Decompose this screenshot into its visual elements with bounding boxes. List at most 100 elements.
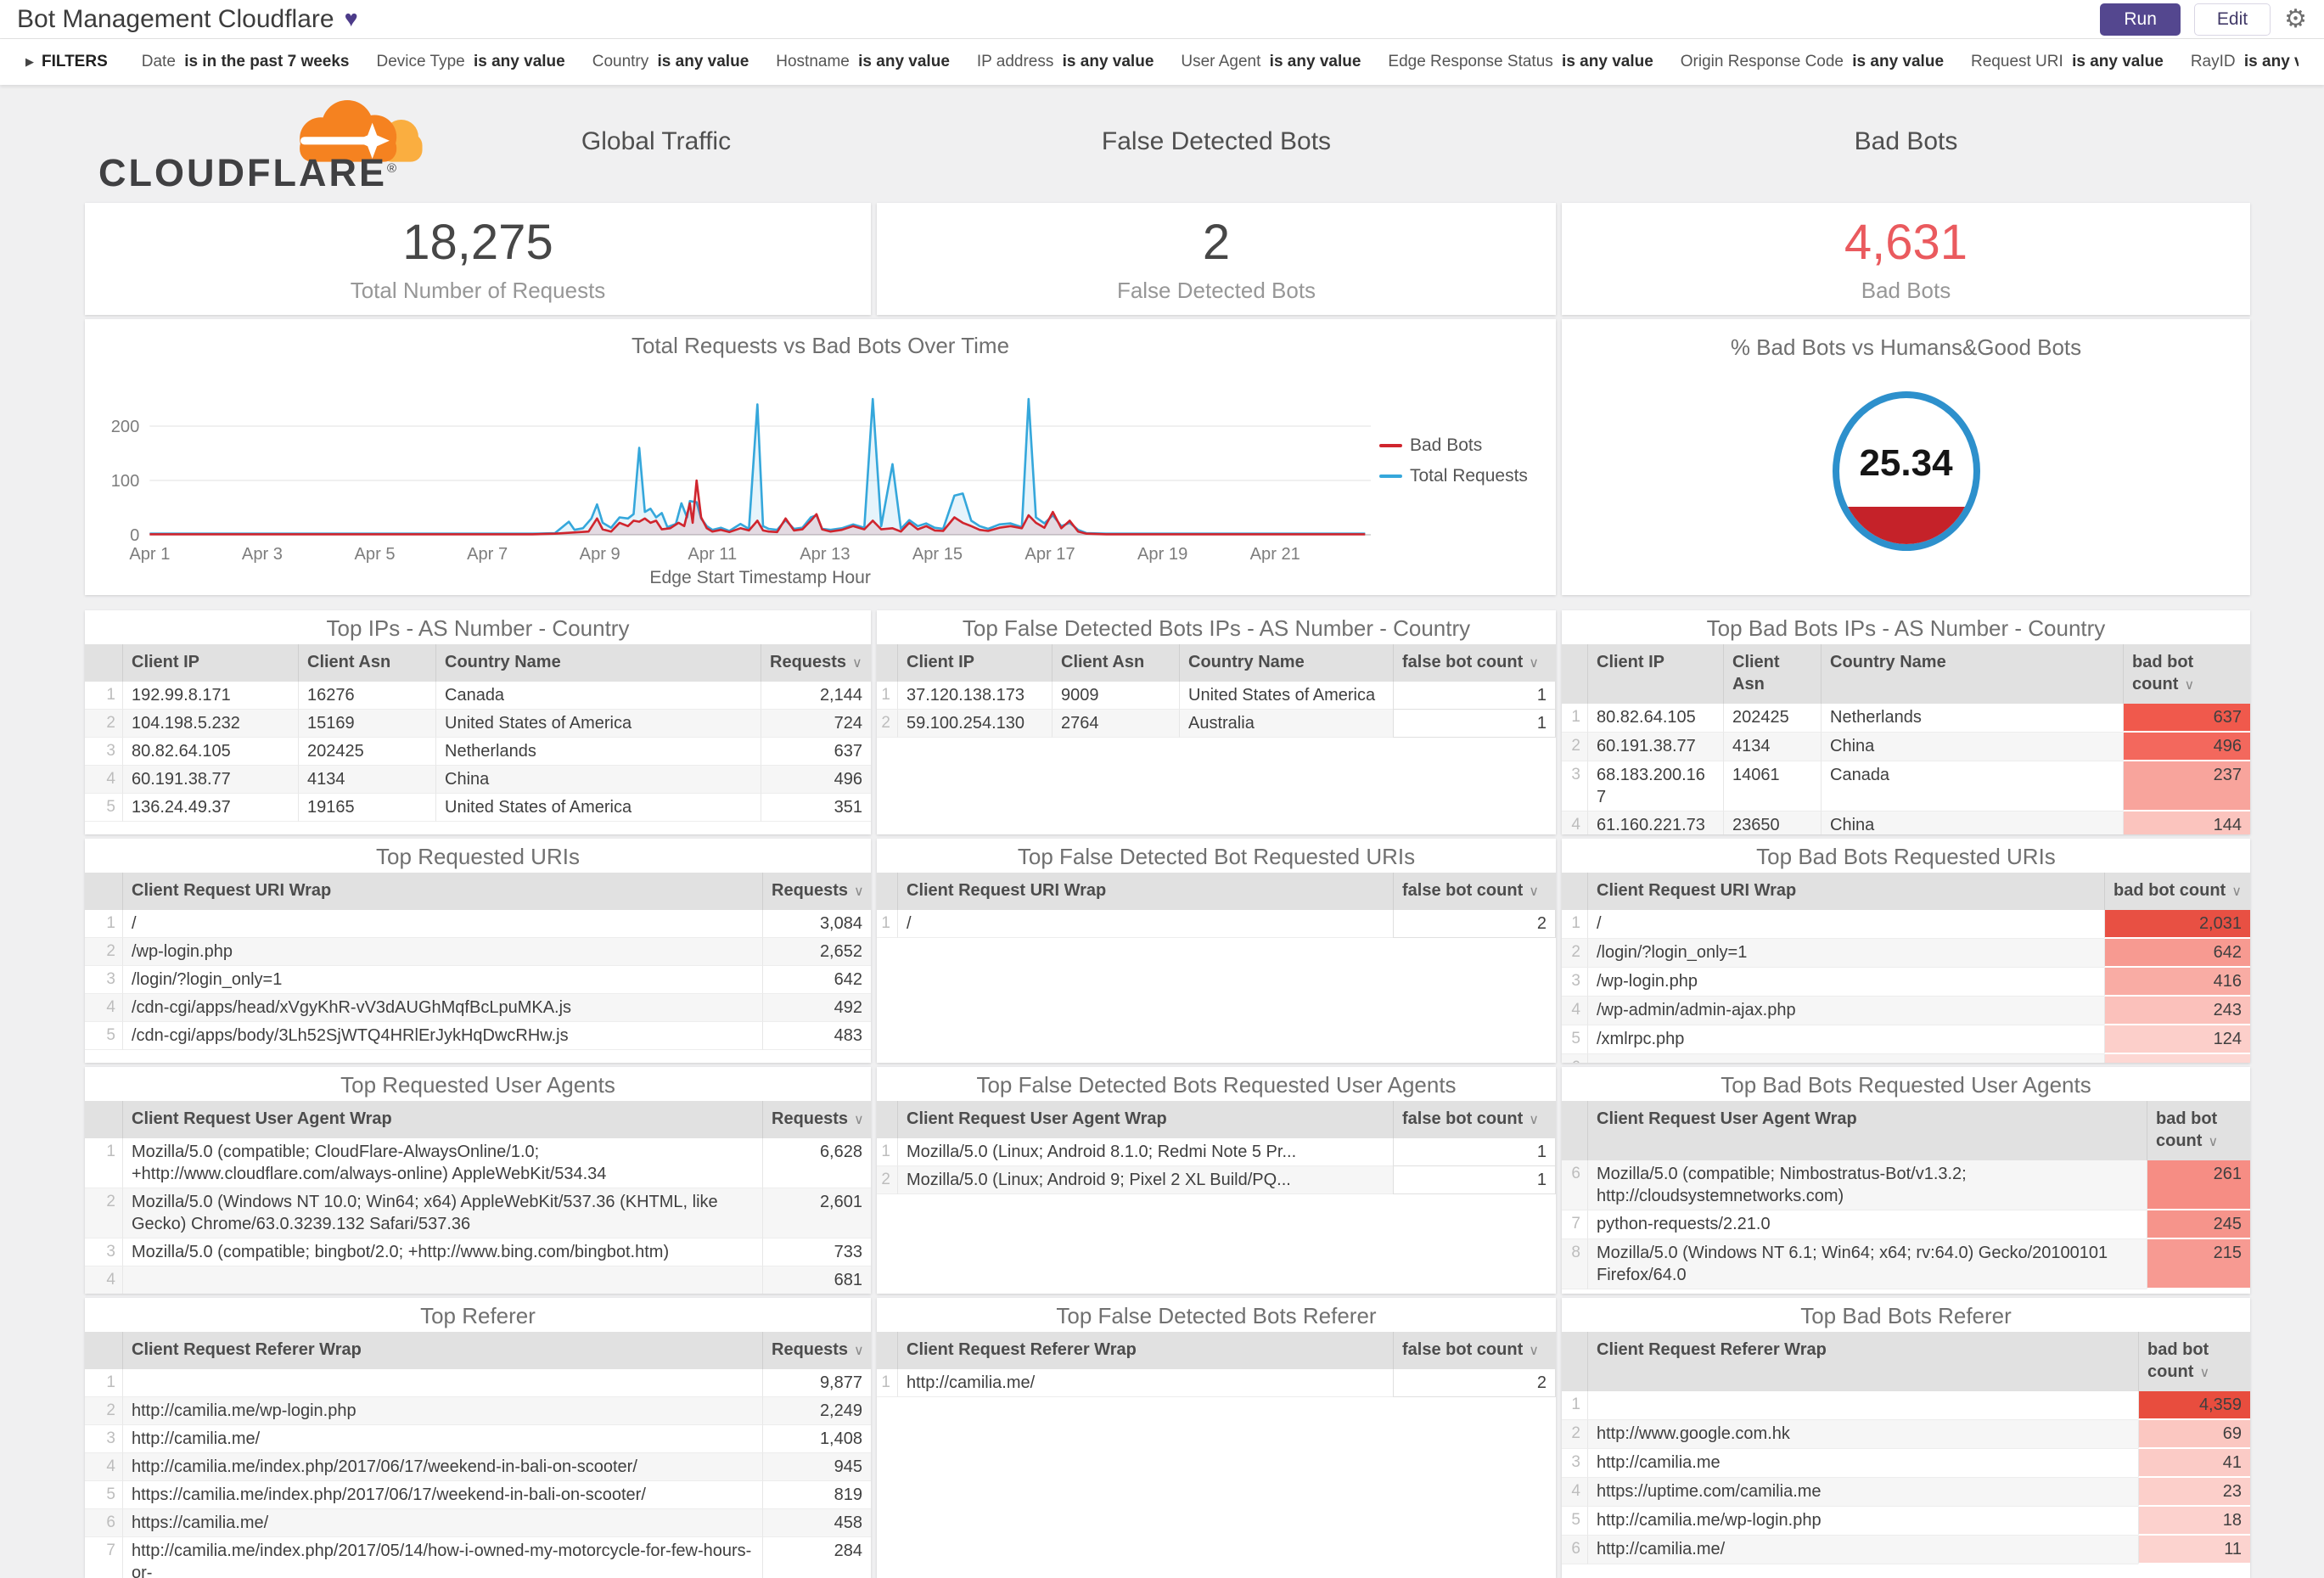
column-header[interactable]: Client Request URI Wrap: [122, 873, 762, 910]
metric-cell[interactable]: 11: [2138, 1536, 2250, 1564]
metric-cell[interactable]: 23: [2138, 1478, 2250, 1507]
data-cell[interactable]: 4134: [1723, 733, 1821, 761]
table-row[interactable]: 1/3,084: [85, 910, 871, 938]
table-row[interactable]: 3 Mozilla/5.0 (compatible; bingbot/2.0; +…: [85, 1238, 871, 1266]
table-row[interactable]: 2 104.198.5.232 15169 United States of Amer…: [85, 710, 871, 738]
data-cell[interactable]: /cdn-cgi/apps/body/3Lh52SjWTQ4HRlErJykHq…: [122, 1022, 762, 1050]
metric-cell[interactable]: 215: [2147, 1239, 2250, 1289]
data-cell[interactable]: Australia: [1179, 710, 1393, 738]
metric-cell[interactable]: 819: [762, 1481, 871, 1509]
table-row[interactable]: 1 37.120.138.173 9009 United States of Amer…: [877, 682, 1556, 710]
column-header[interactable]: Requests ∨: [762, 1101, 871, 1138]
data-cell[interactable]: United States of America: [435, 710, 761, 738]
filter-item[interactable]: Country is any value: [592, 53, 749, 71]
data-cell[interactable]: /login/?login_only=1: [122, 966, 762, 994]
column-header[interactable]: Client Request Referer Wrap: [897, 1332, 1393, 1369]
table-row[interactable]: 2/login/?login_only=1 642: [1562, 939, 2250, 968]
data-cell[interactable]: /wp-login.php: [122, 938, 762, 966]
data-cell[interactable]: http://camilia.me/: [1587, 1536, 2138, 1564]
table-row[interactable]: 4 681: [85, 1266, 871, 1294]
data-cell[interactable]: 68.183.200.167: [1587, 761, 1723, 811]
table-row[interactable]: 4 http://camilia.me/index.php/2017/06/17/…: [85, 1453, 871, 1481]
column-header[interactable]: Country Name: [1821, 644, 2123, 704]
metric-cell[interactable]: 492: [762, 994, 871, 1022]
column-header[interactable]: Client IP: [122, 644, 298, 682]
table-row[interactable]: 6 Mozilla/5.0 (compatible; Nimbostratus-B…: [1562, 1160, 2250, 1210]
filter-item[interactable]: Device Type is any value: [377, 53, 565, 71]
data-cell[interactable]: Mozilla/5.0 (compatible; CloudFlare-Alwa…: [122, 1138, 762, 1188]
filter-item[interactable]: Edge Response Status is any value: [1388, 53, 1653, 71]
column-header[interactable]: Client Request URI Wrap: [897, 873, 1393, 910]
filter-item[interactable]: IP address is any value: [977, 53, 1154, 71]
metric-cell[interactable]: 681: [762, 1266, 871, 1294]
edit-button[interactable]: Edit: [2193, 3, 2271, 36]
settings-gear-icon[interactable]: ⚙: [2284, 6, 2307, 32]
table-row[interactable]: 2/wp-login.php 2,652: [85, 938, 871, 966]
data-cell[interactable]: 15169: [298, 710, 435, 738]
table-row[interactable]: 4/cdn-cgi/apps/head/xVgyKhR-vV3dAUGhMqfB…: [85, 994, 871, 1022]
metric-cell[interactable]: 637: [2123, 704, 2250, 733]
data-cell[interactable]: 9009: [1052, 682, 1179, 710]
data-cell[interactable]: 59.100.254.130: [897, 710, 1052, 738]
metric-cell[interactable]: 2,031: [2104, 910, 2250, 939]
data-cell[interactable]: 104.198.5.232: [122, 710, 298, 738]
data-cell[interactable]: Mozilla/5.0 (Windows NT 6.1; Win64; x64;…: [1587, 1239, 2147, 1289]
table-row[interactable]: 3 http://camilia.me/1,408: [85, 1425, 871, 1453]
metric-cell[interactable]: 243: [2104, 997, 2250, 1025]
gauge-chart[interactable]: 25.34: [1832, 391, 1980, 551]
data-cell[interactable]: 192.99.8.171: [122, 682, 298, 710]
table-row[interactable]: 6 http://camilia.me/11: [1562, 1536, 2250, 1564]
table-row[interactable]: 4 60.191.38.77 4134 China 496: [85, 766, 871, 794]
table-row[interactable]: 2 Mozilla/5.0 (Linux; Android 9; Pixel 2 …: [877, 1166, 1556, 1194]
data-cell[interactable]: 14061: [1723, 761, 1821, 811]
data-cell[interactable]: 60.191.38.77: [122, 766, 298, 794]
column-header[interactable]: bad bot count ∨: [2147, 1101, 2250, 1160]
data-cell[interactable]: /cdn-cgi/apps/head/xVgyKhR-vV3dAUGhMqfBc…: [122, 994, 762, 1022]
data-cell[interactable]: /login/?login_only=1: [1587, 939, 2104, 968]
data-cell[interactable]: Mozilla/5.0 (Windows NT 10.0; Win64; x64…: [122, 1188, 762, 1238]
line-chart[interactable]: 0 100 200 Apr 1 Apr 3 Apr 5 Apr 7 Apr 9 Apr 11 Ap…: [98, 361, 1379, 592]
table-row[interactable]: 1 80.82.64.105 202425 Netherlands 637: [1562, 704, 2250, 733]
table-row[interactable]: 3/login/?login_only=1 642: [85, 966, 871, 994]
data-cell[interactable]: 202425: [298, 738, 435, 766]
metric-cell[interactable]: 1: [1393, 1166, 1556, 1194]
data-cell[interactable]: https://camilia.me/: [122, 1509, 762, 1537]
column-header[interactable]: false bot count ∨: [1393, 644, 1556, 682]
data-cell[interactable]: Mozilla/5.0 (compatible; bingbot/2.0; +h…: [122, 1238, 762, 1266]
table-row[interactable]: 1 http://camilia.me/2: [877, 1369, 1556, 1397]
table-row[interactable]: 3 http://camilia.me 41: [1562, 1449, 2250, 1478]
data-cell[interactable]: China: [1821, 811, 2123, 834]
table-row[interactable]: 6: [1562, 1054, 2250, 1063]
data-cell[interactable]: [1587, 1054, 2104, 1063]
metric-cell[interactable]: 496: [761, 766, 871, 794]
filter-item[interactable]: Date is in the past 7 weeks: [142, 53, 350, 71]
column-header[interactable]: bad bot count ∨: [2138, 1332, 2250, 1391]
column-header[interactable]: Client Request URI Wrap: [1587, 873, 2104, 910]
filter-item[interactable]: Hostname is any value: [776, 53, 950, 71]
data-cell[interactable]: 80.82.64.105: [1587, 704, 1723, 733]
data-cell[interactable]: 80.82.64.105: [122, 738, 298, 766]
table-row[interactable]: 5 http://camilia.me/wp-login.php 18: [1562, 1507, 2250, 1536]
data-cell[interactable]: 23650: [1723, 811, 1821, 834]
metric-cell[interactable]: 642: [762, 966, 871, 994]
table-row[interactable]: 2 60.191.38.77 4134 China 496: [1562, 733, 2250, 761]
data-cell[interactable]: /xmlrpc.php: [1587, 1025, 2104, 1054]
column-header[interactable]: Requests ∨: [762, 873, 871, 910]
metric-cell[interactable]: 261: [2147, 1160, 2250, 1210]
data-cell[interactable]: /: [122, 910, 762, 938]
table-row[interactable]: 1/2,031: [1562, 910, 2250, 939]
metric-cell[interactable]: 2: [1393, 910, 1556, 938]
data-cell[interactable]: http://camilia.me/wp-login.php: [1587, 1507, 2138, 1536]
metric-cell[interactable]: 2,652: [762, 938, 871, 966]
data-cell[interactable]: China: [1821, 733, 2123, 761]
data-cell[interactable]: [122, 1369, 762, 1397]
data-cell[interactable]: python-requests/2.21.0: [1587, 1210, 2147, 1239]
column-header[interactable]: Client Asn: [298, 644, 435, 682]
metric-cell[interactable]: 637: [761, 738, 871, 766]
metric-cell[interactable]: 1: [1393, 1138, 1556, 1166]
column-header[interactable]: Client IP: [897, 644, 1052, 682]
data-cell[interactable]: Mozilla/5.0 (Linux; Android 8.1.0; Redmi…: [897, 1138, 1393, 1166]
table-row[interactable]: 5/cdn-cgi/apps/body/3Lh52SjWTQ4HRlErJykH…: [85, 1022, 871, 1050]
metric-cell[interactable]: 18: [2138, 1507, 2250, 1536]
column-header[interactable]: Country Name: [1179, 644, 1393, 682]
